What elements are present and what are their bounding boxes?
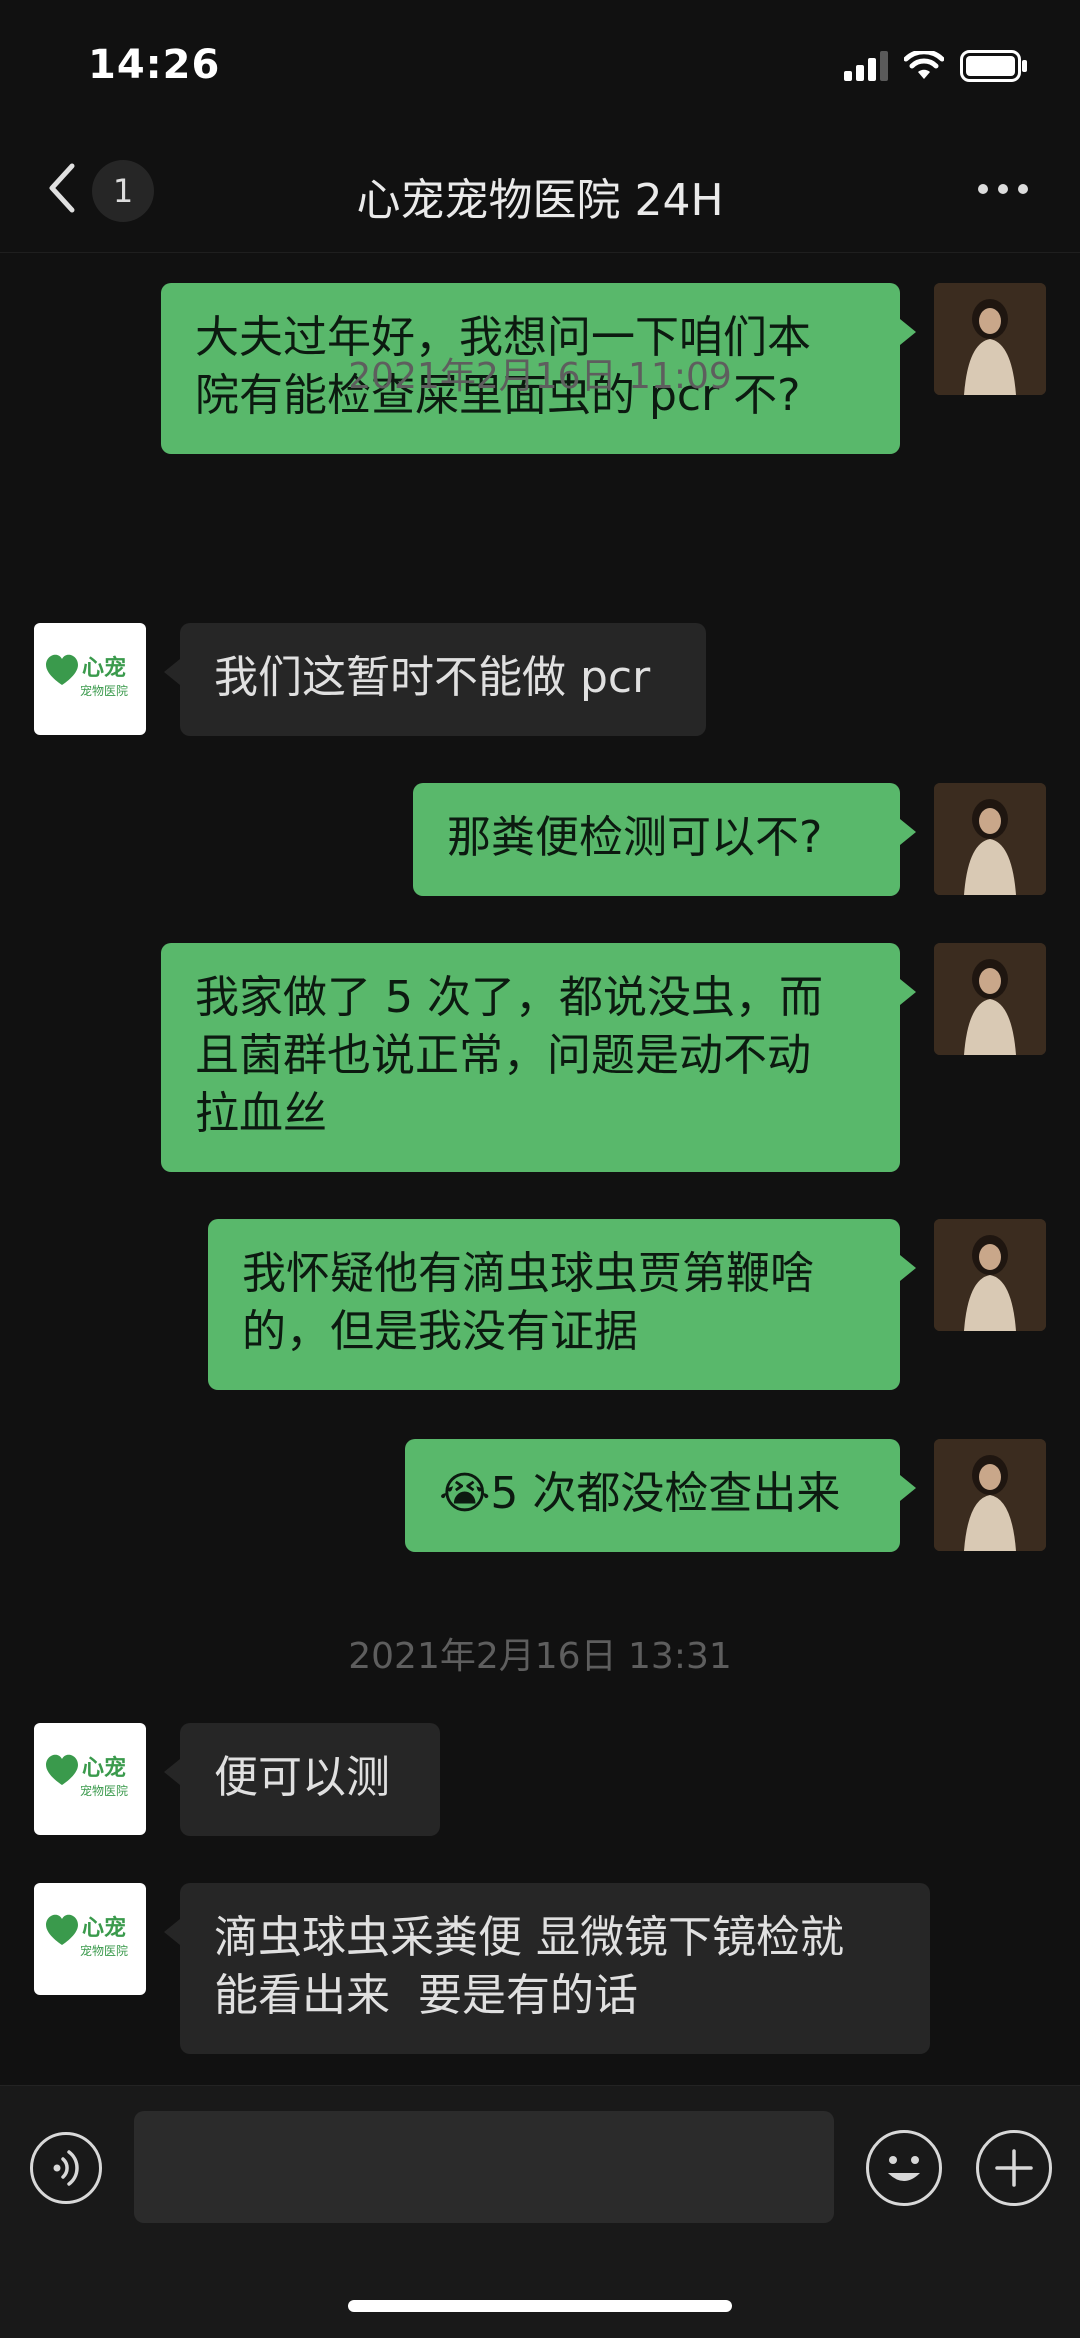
message-bubble-outgoing[interactable]: 😭5 次都没检查出来 bbox=[405, 1439, 916, 1552]
message-bubble-incoming[interactable]: 便可以测 bbox=[164, 1723, 440, 1836]
status-time: 14:26 bbox=[88, 42, 221, 88]
message-bubble-outgoing[interactable]: 我家做了 5 次了，都说没虫，而 且菌群也说正常，问题是动不动 拉血丝 bbox=[161, 943, 916, 1172]
logo-sub: 宠物医院 bbox=[80, 1943, 128, 1958]
hospital-avatar[interactable]: 心宠 宠物医院 bbox=[34, 623, 146, 735]
status-icons bbox=[844, 50, 1028, 82]
logo-name: 心宠 bbox=[82, 1755, 126, 1781]
wifi-icon bbox=[904, 51, 944, 79]
message-bubble-outgoing[interactable]: 我怀疑他有滴虫球虫贾第鞭啥 的，但是我没有证据 bbox=[208, 1219, 916, 1390]
signal-icon bbox=[844, 51, 888, 81]
user-avatar[interactable] bbox=[934, 783, 1046, 895]
logo-sub: 宠物医院 bbox=[80, 1783, 128, 1798]
voice-icon[interactable] bbox=[30, 2132, 102, 2204]
logo-name: 心宠 bbox=[82, 1915, 126, 1941]
user-avatar[interactable] bbox=[934, 1219, 1046, 1331]
timestamp: 2021年2月16日 11:09 bbox=[348, 356, 732, 397]
message-bubble-incoming[interactable]: 滴虫球虫采粪便 显微镜下镜检就 能看出来 要是有的话 bbox=[164, 1883, 930, 2054]
hospital-avatar[interactable]: 心宠 宠物医院 bbox=[34, 1883, 146, 1995]
more-dots-icon[interactable] bbox=[978, 184, 1028, 194]
home-indicator[interactable] bbox=[348, 2300, 732, 2312]
logo-sub: 宠物医院 bbox=[80, 683, 128, 698]
hospital-avatar[interactable]: 心宠 宠物医院 bbox=[34, 1723, 146, 1835]
user-avatar[interactable] bbox=[934, 1439, 1046, 1551]
status-bar: 14:26 bbox=[0, 0, 1080, 130]
battery-icon bbox=[960, 50, 1027, 82]
message-bubble-incoming[interactable]: 我们这暂时不能做 pcr bbox=[164, 623, 706, 736]
message-bubble-outgoing[interactable]: 那粪便检测可以不? bbox=[413, 783, 916, 896]
chat-title: 心宠宠物医院 24H bbox=[356, 175, 724, 226]
plus-icon[interactable] bbox=[976, 2130, 1052, 2206]
message-list: 大夫过年好，我想问一下咱们本 院有能检查屎里面虫的 pcr 不? 2021年2月… bbox=[0, 253, 1080, 2083]
message-input[interactable] bbox=[134, 2111, 834, 2223]
chat-header: 1 心宠宠物医院 24H bbox=[0, 130, 1080, 253]
logo-name: 心宠 bbox=[82, 655, 126, 681]
timestamp: 2021年2月16日 13:31 bbox=[348, 1636, 732, 1677]
user-avatar[interactable] bbox=[934, 943, 1046, 1055]
emoji-icon[interactable] bbox=[866, 2130, 942, 2206]
